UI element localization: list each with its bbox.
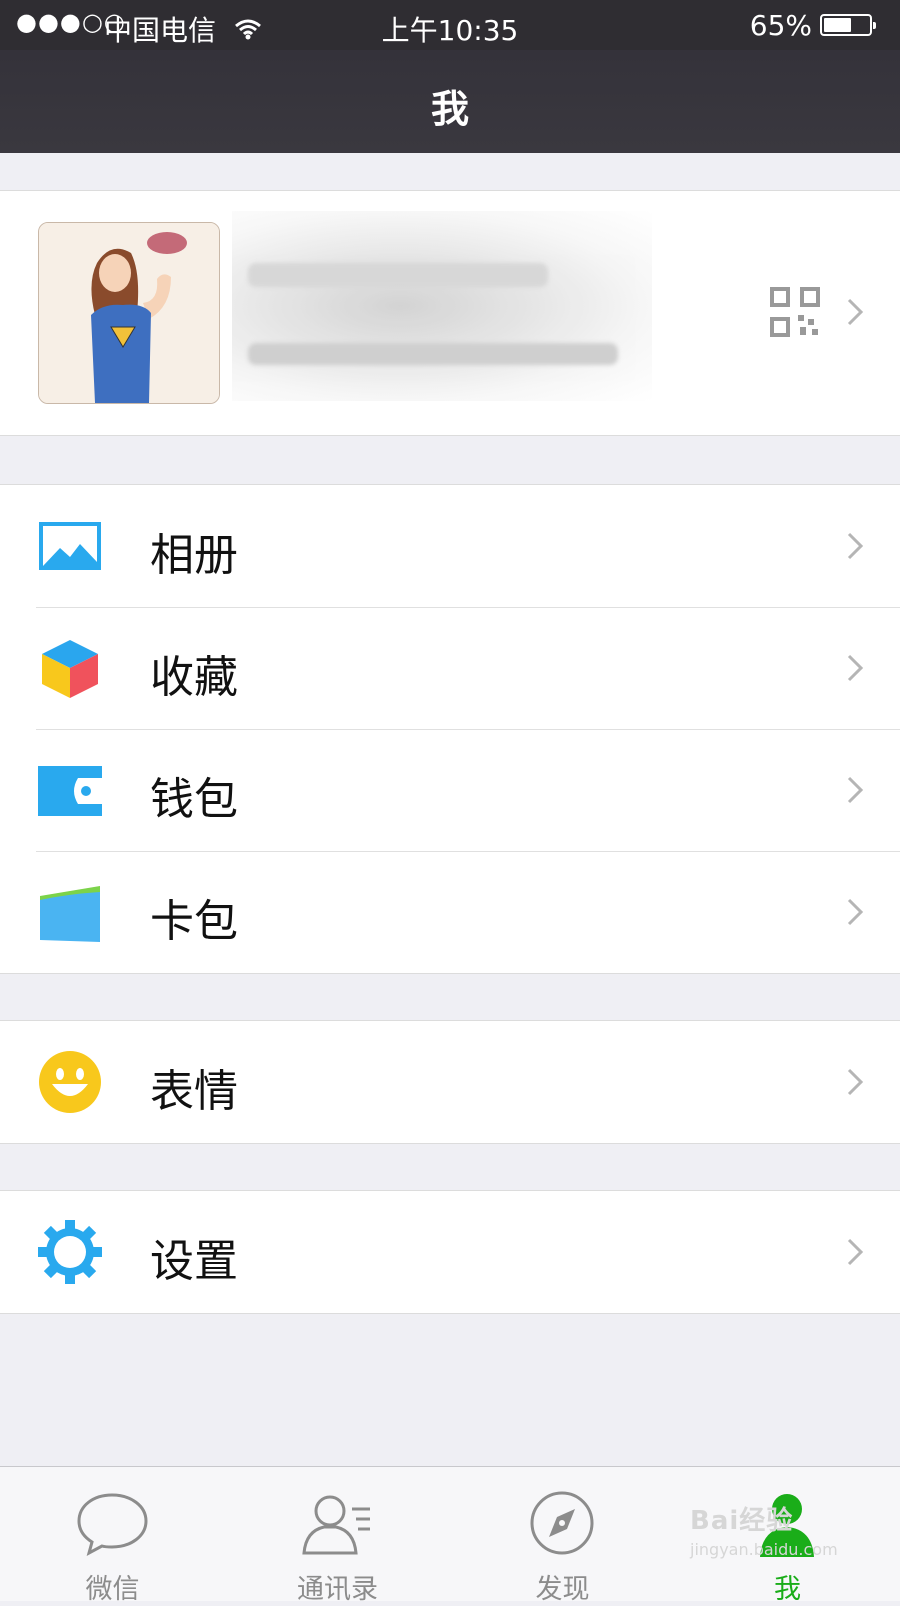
menu-group-main: 相册 收藏 钱包 卡包: [0, 484, 900, 974]
avatar[interactable]: [38, 222, 220, 404]
menu-item-label: 卡包: [150, 896, 238, 947]
menu-group-settings: 设置: [0, 1190, 900, 1314]
status-bar: ●●●○○ 中国电信 上午10:35 65%: [0, 0, 900, 50]
tab-label: 我: [774, 1574, 801, 1605]
qr-code-icon[interactable]: [770, 287, 820, 337]
compass-icon: [525, 1489, 600, 1559]
menu-group-stickers: 表情: [0, 1020, 900, 1144]
favorites-cube-icon: [38, 636, 102, 700]
battery-icon: [820, 14, 876, 36]
chevron-right-icon: [846, 775, 864, 805]
menu-item-label: 钱包: [150, 774, 238, 825]
watermark-url: jingyan.baidu.com: [690, 1540, 838, 1559]
page-title: 我: [430, 87, 469, 131]
menu-item-settings[interactable]: 设置: [0, 1191, 900, 1313]
chevron-right-icon: [846, 297, 864, 327]
menu-item-label: 表情: [150, 1066, 238, 1117]
photo-album-icon: [38, 514, 102, 578]
menu-item-label: 收藏: [150, 652, 238, 703]
settings-gear-icon: [38, 1220, 102, 1284]
menu-item-label: 相册: [150, 530, 238, 581]
chevron-right-icon: [846, 897, 864, 927]
menu-item-label: 设置: [150, 1236, 238, 1287]
tab-label: 微信: [85, 1574, 140, 1605]
tab-label: 发现: [535, 1574, 590, 1605]
wallet-icon: [38, 758, 102, 822]
menu-item-card-pack[interactable]: 卡包: [0, 851, 900, 973]
chevron-right-icon: [846, 531, 864, 561]
watermark-logo: Bai经验: [690, 1506, 794, 1536]
smiley-icon: [38, 1050, 102, 1114]
menu-item-album[interactable]: 相册: [0, 485, 900, 607]
tab-contacts[interactable]: 通讯录: [225, 1467, 450, 1605]
contacts-icon: [300, 1489, 375, 1559]
tab-label: 通讯录: [297, 1574, 378, 1605]
navigation-bar: 我: [0, 50, 900, 153]
chat-bubble-icon: [75, 1489, 150, 1559]
menu-item-favorites[interactable]: 收藏: [0, 607, 900, 729]
chevron-right-icon: [846, 653, 864, 683]
profile-info-obscured: [232, 211, 652, 401]
tab-chats[interactable]: 微信: [0, 1467, 225, 1605]
chevron-right-icon: [846, 1067, 864, 1097]
chevron-right-icon: [846, 1237, 864, 1267]
menu-item-wallet[interactable]: 钱包: [0, 729, 900, 851]
profile-card[interactable]: [0, 190, 900, 436]
menu-item-stickers[interactable]: 表情: [0, 1021, 900, 1143]
card-pack-icon: [38, 880, 102, 944]
tab-discover[interactable]: 发现: [450, 1467, 675, 1605]
battery-percent: 65%: [749, 9, 812, 42]
